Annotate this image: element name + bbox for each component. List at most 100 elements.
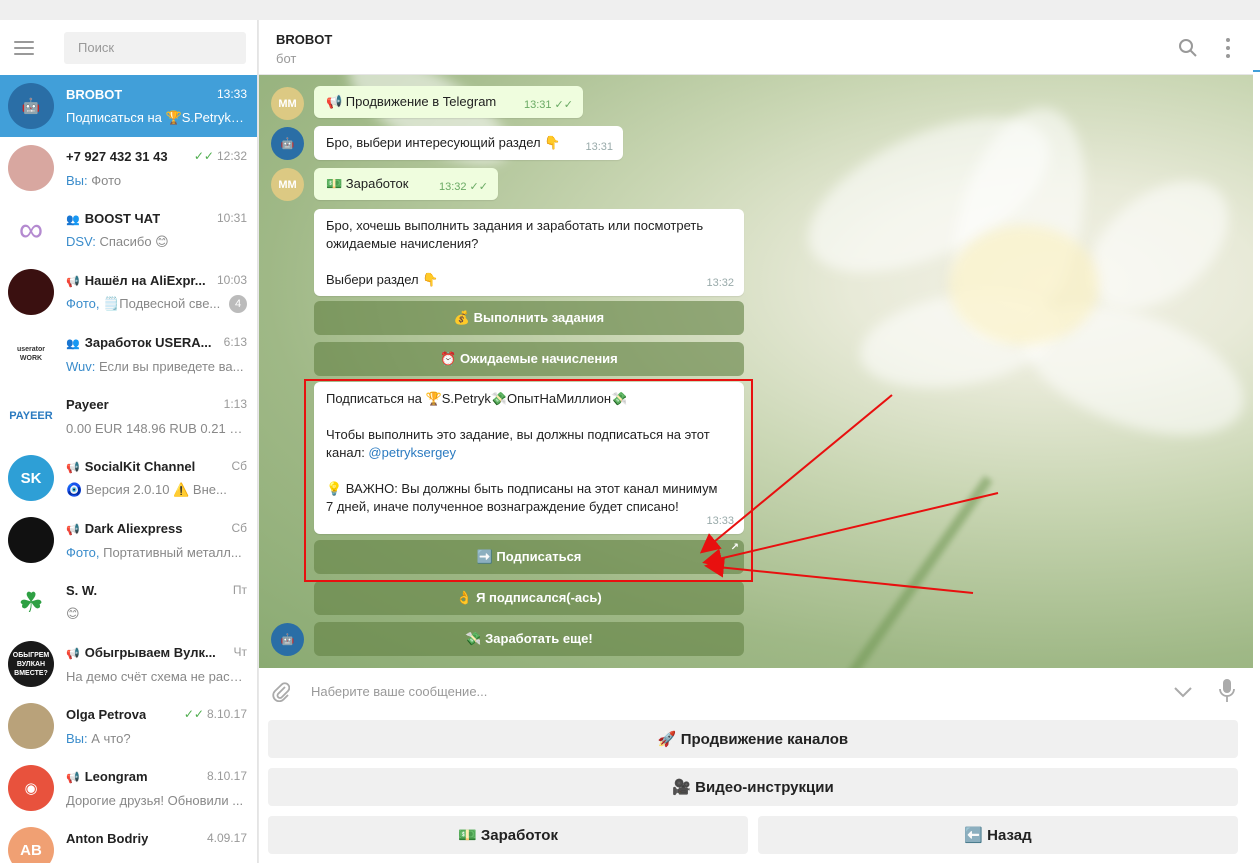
- chat-name-text: SocialKit Channel: [84, 458, 196, 474]
- more-options-icon[interactable]: [1225, 38, 1231, 58]
- chat-title[interactable]: BROBOT: [276, 32, 1253, 47]
- chat-preview: Wuv: Если вы приведете ва...: [66, 359, 243, 374]
- chat-name-text: Нашёл на AliExpr...: [84, 272, 206, 288]
- chat-item-footer: Вы: Фото: [66, 171, 247, 189]
- read-check-icon: ✓✓: [193, 149, 214, 163]
- channel-icon: 📢: [66, 275, 80, 288]
- search-input[interactable]: Поиск: [64, 31, 246, 64]
- chat-item-header: Olga Petrova ✓✓ 8.10.17: [66, 705, 247, 723]
- chat-preview-sender: Wuv:: [66, 358, 96, 374]
- chat-item-body: 📢 SocialKit Channel Сб 🧿 Версия 2.0.10 ⚠️ В…: [66, 457, 257, 499]
- microphone-icon[interactable]: [1219, 678, 1235, 704]
- right-edge: [1253, 20, 1260, 863]
- chat-name: 📢 Нашёл на AliExpr...: [66, 273, 206, 288]
- avatar: ☘: [8, 579, 54, 625]
- chat-item-body: BROBOT 13:33 Подписаться на 🏆S.Petryk💸Опыт…: [66, 85, 257, 127]
- chat-preview-text: А что?: [87, 730, 131, 746]
- search-icon[interactable]: [1178, 38, 1198, 58]
- chat-name: 👥 BOOST ЧАТ: [66, 211, 160, 226]
- annotation-arrows: [699, 394, 999, 594]
- chat-item-footer: На демо счёт схема не расп...: [66, 667, 247, 685]
- chat-name: Payeer: [66, 397, 109, 412]
- chat-name: +7 927 432 31 43: [66, 149, 168, 164]
- chat-time-text: Сб: [231, 459, 247, 473]
- chat-item-header: 📢 Обыгрываем Вулк... Чт: [66, 643, 247, 661]
- chat-preview: Вы: А что?: [66, 731, 131, 746]
- chat-item-body: 👥 Заработок USERA... 6:13 Wuv: Если вы прив…: [66, 333, 257, 375]
- message-input[interactable]: [311, 676, 1131, 706]
- chat-name: 👥 Заработок USERA...: [66, 335, 212, 350]
- chat-name-text: Dark Aliexpress: [84, 520, 183, 536]
- chat-item[interactable]: +7 927 432 31 43 ✓✓ 12:32 Вы: Фото: [0, 137, 257, 199]
- attach-icon[interactable]: [272, 680, 290, 702]
- chat-name-text: Заработок USERA...: [84, 334, 212, 350]
- chat-item-body: 👥 BOOST ЧАТ 10:31 DSV: Спасибо 😊: [66, 209, 257, 251]
- chat-item[interactable]: ∞ 👥 BOOST ЧАТ 10:31 DSV: Спасибо 😊: [0, 199, 257, 261]
- chat-name: 📢 SocialKit Channel: [66, 459, 195, 474]
- chat-name: 📢 Dark Aliexpress: [66, 521, 183, 536]
- chat-item[interactable]: userator WORK 👥 Заработок USERA... 6:13 Wuv:…: [0, 323, 257, 385]
- chat-item-header: 👥 Заработок USERA... 6:13: [66, 333, 247, 351]
- chat-name: BROBOT: [66, 87, 122, 102]
- chat-list: 🤖 BROBOT 13:33 Подписаться на 🏆S.Petryk💸Опы…: [0, 75, 257, 863]
- keyboard-button-earnings[interactable]: 💵 Заработок: [268, 816, 748, 854]
- chat-item-footer: 0.00 EUR 148.96 RUB 0.21 USD: [66, 419, 247, 437]
- chat-item-body: 📢 Обыгрываем Вулк... Чт На демо счёт схема …: [66, 643, 257, 685]
- chat-item[interactable]: SK 📢 SocialKit Channel Сб 🧿 Версия 2.0.10 ⚠️…: [0, 447, 257, 509]
- chat-item[interactable]: ◉ 📢 Leongram 8.10.17 Дорогие друзья! Обновил…: [0, 757, 257, 819]
- chat-preview-sender: DSV:: [66, 234, 96, 249]
- chat-name-text: BROBOT: [66, 86, 123, 102]
- chevron-down-icon[interactable]: [1173, 682, 1193, 702]
- chat-item-footer: Wuv: Если вы приведете ва...: [66, 357, 247, 375]
- avatar: [8, 145, 54, 191]
- chat-item-body: Anton Bodriy 4.09.17: [66, 829, 257, 863]
- avatar: [8, 269, 54, 315]
- chat-item[interactable]: AB Anton Bodriy 4.09.17: [0, 819, 257, 863]
- chat-item[interactable]: ОБЫГРЕМ ВУЛКАН ВМЕСТЕ? 📢 Обыгрываем Вулк..…: [0, 633, 257, 695]
- sidebar-header: Поиск: [0, 20, 257, 75]
- chat-time-text: Пт: [232, 583, 247, 597]
- avatar: ОБЫГРЕМ ВУЛКАН ВМЕСТЕ?: [8, 641, 54, 687]
- arrow: [704, 557, 974, 594]
- composer: [259, 668, 1253, 714]
- avatar: ◉: [8, 765, 54, 811]
- keyboard-button-back[interactable]: ⬅️ Назад: [758, 816, 1238, 854]
- keyboard-button-video[interactable]: 🎥 Видео-инструкции: [268, 768, 1238, 806]
- chat-item-header: BROBOT 13:33: [66, 85, 247, 103]
- chat-item[interactable]: 🤖 BROBOT 13:33 Подписаться на 🏆S.Petryk💸Опы…: [0, 75, 257, 137]
- chat-name-text: +7 927 432 31 43: [66, 148, 168, 164]
- chat-item[interactable]: PAYEER Payeer 1:13 0.00 EUR 148.96 RUB 0.21…: [0, 385, 257, 447]
- menu-icon[interactable]: [14, 40, 34, 55]
- chat-item-header: Anton Bodriy 4.09.17: [66, 829, 247, 847]
- chat-item-header: 👥 BOOST ЧАТ 10:31: [66, 209, 247, 227]
- chat-item[interactable]: 📢 Нашёл на AliExpr... 10:03 Фото, 🗒️Подвесн…: [0, 261, 257, 323]
- chat-time-text: 10:31: [216, 211, 247, 225]
- chat-time: Пт: [233, 583, 247, 597]
- chat-item[interactable]: Olga Petrova ✓✓ 8.10.17 Вы: А что?: [0, 695, 257, 757]
- arrow: [702, 492, 999, 569]
- chat-item-body: Olga Petrova ✓✓ 8.10.17 Вы: А что?: [66, 705, 257, 747]
- chat-preview-text: Подписаться на 🏆S.Petryk💸ОпытНаМиллион💸: [66, 110, 244, 125]
- keyboard-button-promotion[interactable]: 🚀 Продвижение каналов: [268, 720, 1238, 758]
- chat-item[interactable]: ☘ S. W. Пт 😊: [0, 571, 257, 633]
- chat-preview: Подписаться на 🏆S.Petryk💸ОпытНаМиллион💸: [66, 110, 244, 126]
- avatar: userator WORK: [8, 331, 54, 377]
- chat-time-text: 10:03: [216, 273, 247, 287]
- chat-time: 10:03: [217, 273, 247, 287]
- chat-time: 10:31: [217, 211, 247, 225]
- chat-time: ✓✓ 8.10.17: [184, 707, 247, 721]
- chat-item-body: 📢 Dark Aliexpress Сб Фото, Портативный мета…: [66, 519, 257, 561]
- chat-item-footer: 🧿 Версия 2.0.10 ⚠️ Вне...: [66, 481, 247, 499]
- chat-item-body: S. W. Пт 😊: [66, 581, 257, 623]
- chat-preview: 🧿 Версия 2.0.10 ⚠️ Вне...: [66, 482, 227, 498]
- chat-time-text: 13:33: [216, 87, 247, 101]
- chat-item-footer: Подписаться на 🏆S.Petryk💸ОпытНаМиллион💸: [66, 109, 247, 127]
- chat-name: 📢 Leongram: [66, 769, 148, 784]
- chat-item[interactable]: 📢 Dark Aliexpress Сб Фото, Портативный мета…: [0, 509, 257, 571]
- chat-time-text: 6:13: [223, 335, 247, 349]
- message-area[interactable]: MM 📢 Продвижение в Telegram 13:31 ✓✓ 🤖 Б…: [259, 75, 1253, 668]
- chat-name-text: Leongram: [84, 768, 148, 784]
- chat-item-header: 📢 SocialKit Channel Сб: [66, 457, 247, 475]
- chat-name-text: S. W.: [66, 582, 98, 598]
- avatar: SK: [8, 455, 54, 501]
